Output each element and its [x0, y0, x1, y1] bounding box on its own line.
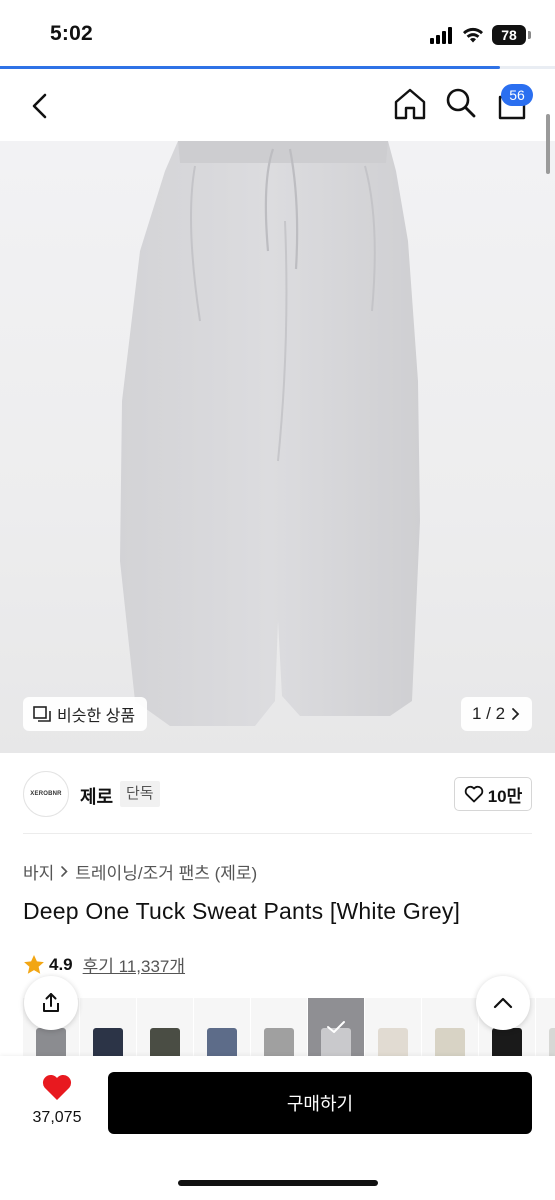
image-page-label: 1 / 2	[471, 704, 506, 723]
status-bar: 5:02 78	[0, 0, 555, 66]
buy-button[interactable]: 구매하기	[108, 1072, 532, 1134]
product-image[interactable]	[0, 141, 555, 753]
chevron-right-icon	[61, 866, 68, 877]
section-divider	[23, 833, 532, 834]
brand-row: XEROBNR 제로 단독 10만	[0, 760, 555, 830]
swatch-thumbnail	[93, 1028, 123, 1056]
search-icon[interactable]	[444, 86, 478, 120]
share-button[interactable]	[24, 976, 78, 1030]
bottom-purchase-bar: 37,075 구매하기	[0, 1056, 555, 1200]
color-swatch[interactable]	[422, 998, 478, 1056]
similar-items-icon	[33, 706, 51, 722]
swatch-thumbnail	[264, 1028, 294, 1056]
color-swatch[interactable]	[365, 998, 421, 1056]
share-icon	[43, 993, 59, 1012]
image-page-indicator[interactable]: 1 / 2	[461, 697, 532, 731]
wishlist-button[interactable]: 37,075	[22, 1072, 92, 1127]
heart-filled-icon	[42, 1074, 72, 1100]
exclusive-badge: 단독	[120, 781, 160, 807]
color-swatch[interactable]	[137, 998, 193, 1056]
scrollbar[interactable]	[546, 114, 550, 174]
breadcrumb-category[interactable]: 바지	[23, 859, 54, 884]
scroll-to-top-button[interactable]	[476, 976, 530, 1030]
battery-indicator: 78	[492, 25, 526, 45]
chevron-left-icon[interactable]	[24, 89, 58, 123]
swatch-thumbnail	[36, 1028, 66, 1056]
breadcrumb-subcategory[interactable]: 트레이닝/조거 팬츠 (제로)	[75, 859, 257, 884]
battery-tip	[528, 31, 531, 39]
brand-like-count: 10만	[487, 786, 523, 806]
swatch-thumbnail	[435, 1028, 465, 1056]
brand-logo[interactable]: XEROBNR	[23, 771, 69, 817]
product-title: Deep One Tuck Sweat Pants [White Grey]	[23, 898, 461, 924]
swatch-thumbnail	[549, 1028, 555, 1056]
wishlist-count: 37,075	[32, 1109, 82, 1126]
home-icon[interactable]	[392, 86, 428, 122]
color-swatch-list	[23, 998, 555, 1056]
breadcrumb: 바지 트레이닝/조거 팬츠 (제로)	[23, 859, 257, 884]
review-count-link[interactable]: 후기 11,337개	[83, 952, 185, 977]
swatch-thumbnail	[492, 1028, 522, 1056]
heart-outline-icon	[464, 785, 483, 803]
star-icon	[24, 955, 44, 974]
product-photo-pants	[120, 141, 420, 726]
color-swatch[interactable]	[536, 998, 555, 1056]
status-time: 5:02	[50, 22, 93, 45]
chevron-up-icon	[493, 997, 513, 1009]
top-nav-bar	[0, 69, 555, 141]
cellular-signal-icon	[430, 27, 454, 44]
checkmark-icon	[327, 1021, 345, 1033]
color-swatch[interactable]	[194, 998, 250, 1056]
similar-products-label: 비슷한 상품	[57, 708, 136, 725]
rating-row: 4.9 후기 11,337개	[23, 952, 185, 977]
swatch-thumbnail	[150, 1028, 180, 1056]
similar-products-button[interactable]: 비슷한 상품	[23, 697, 148, 731]
rating-value: 4.9	[49, 954, 73, 974]
cart-count-badge: 56	[501, 84, 533, 106]
swatch-thumbnail	[207, 1028, 237, 1056]
brand-like-button[interactable]: 10만	[454, 777, 532, 811]
brand-name[interactable]: 제로	[80, 783, 113, 809]
home-indicator	[178, 1180, 378, 1186]
wifi-icon	[463, 27, 483, 43]
chevron-right-icon	[512, 708, 520, 720]
color-swatch[interactable]	[251, 998, 307, 1056]
color-swatch-selected[interactable]	[308, 998, 364, 1056]
color-swatch[interactable]	[80, 998, 136, 1056]
swatch-thumbnail	[378, 1028, 408, 1056]
